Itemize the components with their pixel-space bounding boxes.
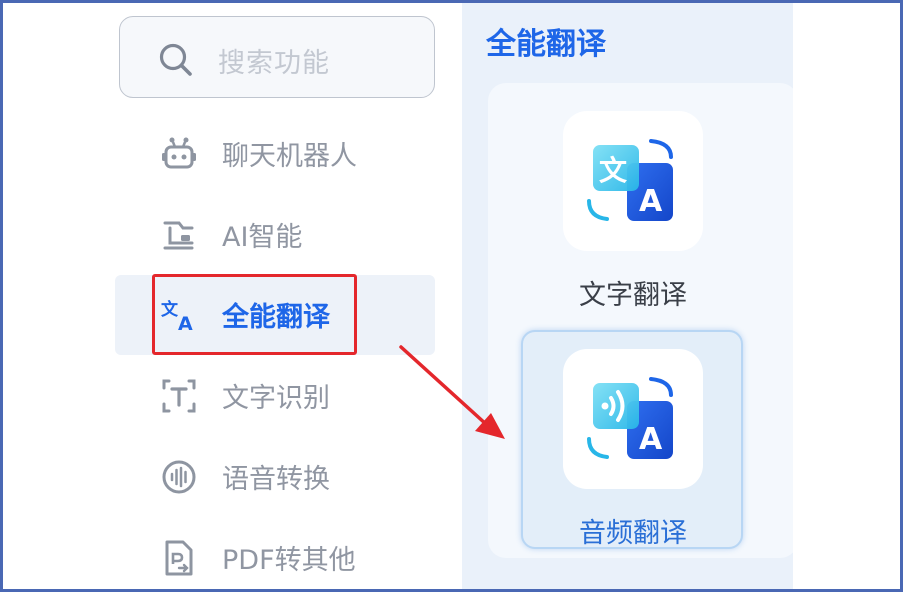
svg-text:文: 文: [599, 154, 627, 187]
text-scan-icon: [162, 379, 196, 413]
sidebar-item-label: 聊天机器人: [222, 141, 357, 172]
audio-translate-icon: A: [587, 377, 673, 459]
sidebar-item-label: 文字识别: [222, 383, 330, 414]
audio-wave-icon: [162, 460, 196, 494]
audio-translate-label: 音频翻译: [579, 518, 687, 549]
sidebar-item-ai[interactable]: AI智能: [115, 195, 435, 275]
annotation-highlight-box: [152, 274, 357, 355]
text-translate-label: 文字翻译: [579, 280, 687, 311]
svg-text:A: A: [639, 422, 663, 457]
background-strip: [793, 3, 900, 589]
search-placeholder: 搜索功能: [218, 48, 330, 79]
ai-flow-icon: [163, 221, 194, 250]
sidebar-item-label: 语音转换: [222, 464, 330, 495]
sidebar-item-pdf[interactable]: PDF转其他: [115, 518, 435, 589]
text-translate-icon: A 文: [587, 139, 673, 221]
search-icon: [159, 43, 192, 76]
annotation-arrow-icon: [399, 345, 505, 439]
sidebar-item-label: AI智能: [222, 222, 303, 253]
panel-title: 全能翻译: [486, 27, 606, 62]
search-input[interactable]: 搜索功能: [119, 16, 435, 98]
pdf-convert-icon: [165, 540, 193, 576]
sidebar-item-label: PDF转其他: [222, 545, 356, 576]
svg-text:A: A: [639, 184, 663, 219]
audio-translate-button[interactable]: A: [563, 349, 703, 489]
text-translate-button[interactable]: A 文: [563, 111, 703, 251]
screenshot-frame: 搜索功能 聊天机器人 AI智能 文 A 全能翻译 文字识别 语音转换 PDF转其…: [0, 0, 903, 592]
robot-icon: [162, 137, 196, 169]
sidebar-item-chatbot[interactable]: 聊天机器人: [115, 114, 435, 194]
